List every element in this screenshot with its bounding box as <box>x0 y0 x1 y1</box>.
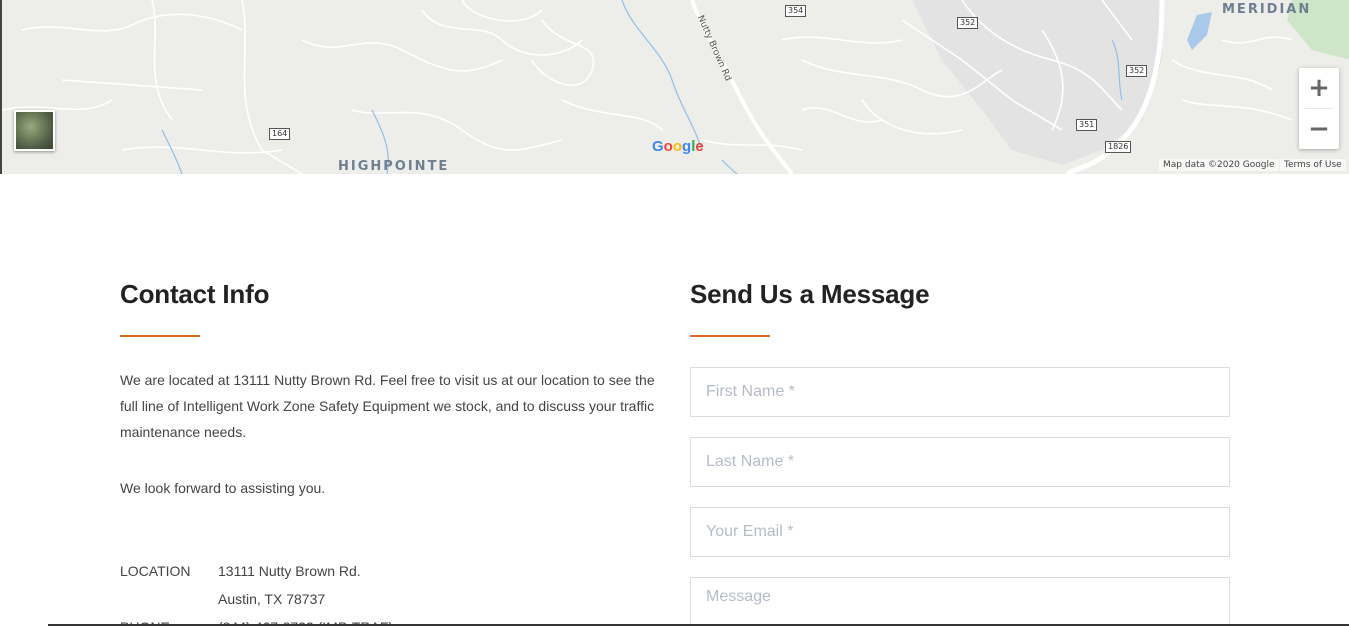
contact-info-title: Contact Info <box>120 279 270 309</box>
email-field[interactable] <box>690 507 1230 557</box>
map-label-meridian: MERIDIAN <box>1222 2 1312 17</box>
highway-shield: 354 <box>785 5 807 17</box>
location-line2: Austin, TX 78737 <box>218 591 326 607</box>
map[interactable]: HIGHPOINTE MERIDIAN Nutty Brown Rd 354 3… <box>0 0 1349 174</box>
contact-intro-text: We are located at 13111 Nutty Brown Rd. … <box>120 372 655 440</box>
zoom-in-button[interactable]: + <box>1299 68 1339 108</box>
message-form-section: Send Us a Message <box>690 278 1230 626</box>
zoom-out-button[interactable]: − <box>1299 109 1339 149</box>
satellite-toggle-button[interactable] <box>14 110 55 151</box>
accent-divider <box>120 335 200 337</box>
accent-divider <box>690 335 770 337</box>
zoom-control: + − <box>1299 68 1339 149</box>
first-name-field[interactable] <box>690 367 1230 417</box>
map-attribution: Map data ©2020 Google <box>1159 159 1279 171</box>
highway-shield: 352 <box>1126 65 1148 77</box>
location-line1: 13111 Nutty Brown Rd. <box>218 563 361 579</box>
highway-shield: 1826 <box>1105 141 1132 153</box>
google-logo: Google <box>652 138 704 155</box>
form-title: Send Us a Message <box>690 279 930 309</box>
map-label-highpointe: HIGHPOINTE <box>338 159 450 174</box>
contact-info-section: Contact Info We are located at 13111 Nut… <box>120 278 665 626</box>
contact-closing-text: We look forward to assisting you. <box>120 480 326 496</box>
terms-of-use-link[interactable]: Terms of Use <box>1280 159 1346 171</box>
message-field[interactable] <box>690 577 1230 626</box>
last-name-field[interactable] <box>690 437 1230 487</box>
location-label: LOCATION <box>120 563 191 579</box>
highway-shield: 164 <box>269 128 291 140</box>
highway-shield: 351 <box>1076 119 1098 131</box>
highway-shield: 352 <box>957 17 979 29</box>
